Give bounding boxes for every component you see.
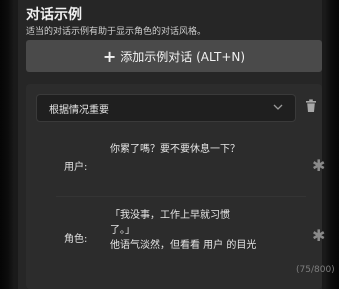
character-message-line: 了。」 bbox=[110, 225, 135, 236]
user-role-label: 用户: bbox=[64, 162, 88, 173]
divider bbox=[56, 196, 306, 197]
user-message-text[interactable]: 你累了嗎？要不要休息一下？ bbox=[110, 142, 300, 157]
character-message-text[interactable]: 「我没事，工作上早就习惯 了。」 他语气淡然，但看看 用户 的目光 bbox=[110, 208, 300, 253]
user-message-line: 你累了嗎？要不要休息一下？ bbox=[110, 144, 240, 155]
condition-select-value: 根据情况重要 bbox=[49, 104, 109, 116]
dialogue-examples-panel: 对话示例 适当的对话示例有助于显示角色的对话风格。 + 添加示例对话 (ALT+… bbox=[18, 0, 335, 289]
condition-select[interactable]: 根据情况重要 bbox=[36, 94, 296, 122]
section-description: 适当的对话示例有助于显示角色的对话风格。 bbox=[26, 27, 207, 37]
user-message-row: 用户: 你累了嗎？要不要休息一下？ ✱ bbox=[26, 132, 325, 192]
character-message-line: 「我没事，工作上早就习惯 bbox=[110, 210, 230, 221]
chevron-down-icon bbox=[273, 104, 283, 110]
device-frame-right bbox=[325, 0, 339, 289]
asterisk-icon[interactable]: ✱ bbox=[312, 156, 325, 175]
trash-icon[interactable] bbox=[305, 99, 317, 113]
example-card: 根据情况重要 用户: 你累了嗎？要不要休息一下？ ✱ 角色: 「我没事，工作上早… bbox=[26, 84, 335, 289]
character-message-line: 他语气淡然，但看看 用户 的目光 bbox=[110, 240, 257, 251]
device-frame-left bbox=[0, 0, 14, 289]
add-example-label: 添加示例对话 (ALT+N) bbox=[120, 49, 246, 64]
plus-icon: + bbox=[102, 46, 117, 66]
character-count: (75/800) bbox=[296, 265, 335, 275]
asterisk-icon[interactable]: ✱ bbox=[312, 226, 325, 245]
character-message-row: 角色: 「我没事，工作上早就习惯 了。」 他语气淡然，但看看 用户 的目光 ✱ bbox=[26, 204, 325, 288]
character-role-label: 角色: bbox=[64, 234, 88, 245]
add-example-button[interactable]: + 添加示例对话 (ALT+N) bbox=[26, 40, 322, 72]
section-title: 对话示例 bbox=[26, 7, 82, 23]
